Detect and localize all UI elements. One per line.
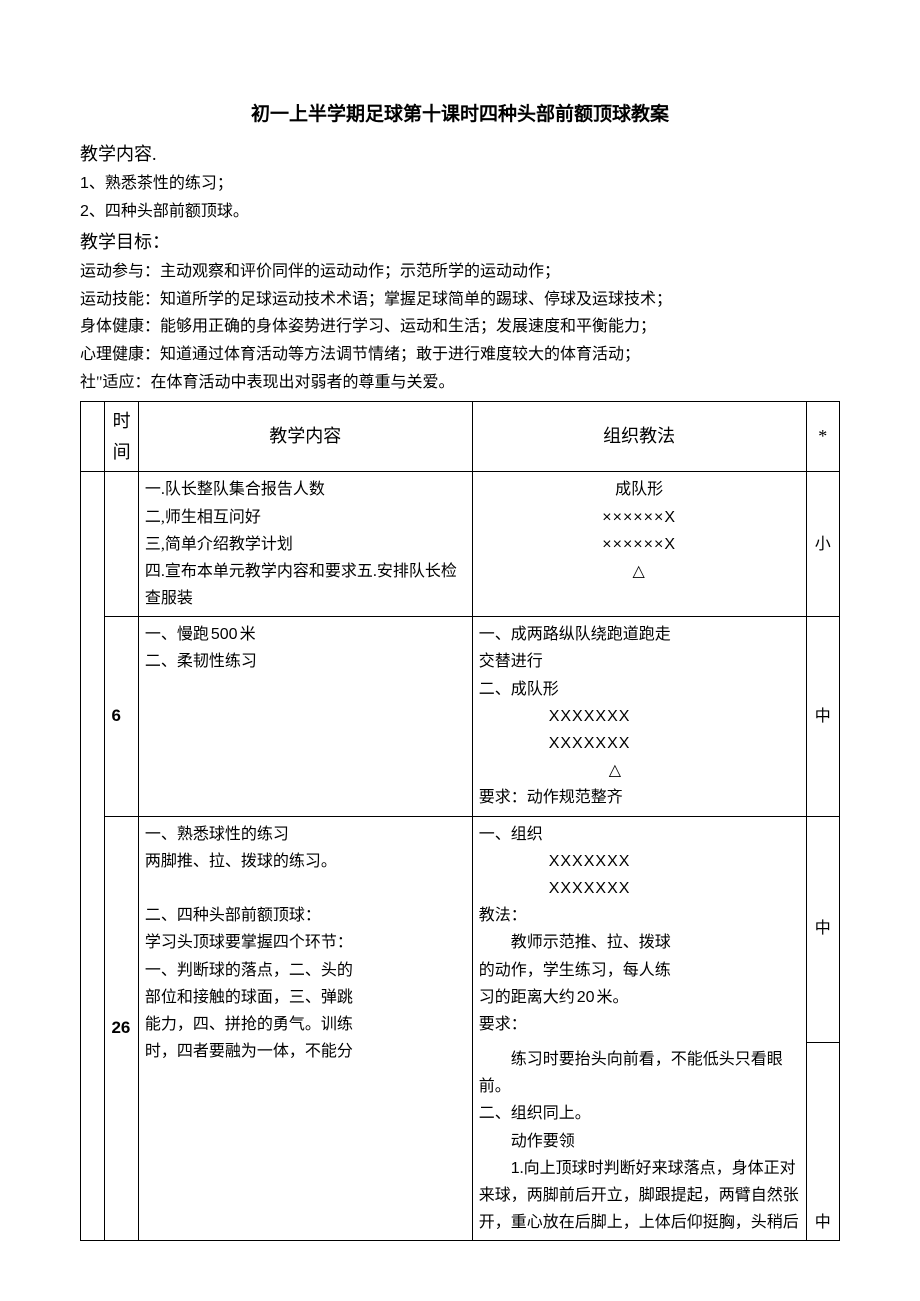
triangle-icon: △ [479,558,800,585]
number-span: 500 [209,626,240,643]
lesson-table: 时间 教学内容 组织教法 * 一.队长整队集合报告人数 二,师生相互问好 三,简… [80,401,840,1241]
table-row: 一.队长整队集合报告人数 二,师生相互问好 三,简单介绍教学计划 四.宣布本单元… [81,472,840,617]
number-span: 20 [575,989,597,1006]
formation-line: XXXXXXX [479,848,800,875]
heading-content: 教学内容. [80,140,840,169]
time-cell [105,472,138,617]
content-line: 两脚推、拉、拨球的练习。 [145,848,466,875]
intensity-cell: 中 [806,1042,839,1241]
goal-line: 运动参与：主动观察和评价同伴的运动动作；示范所学的运动动作； [80,259,840,285]
content-line: 一、判断球的落点，二、头的 [145,957,466,984]
phase-cell [81,472,105,1241]
method-line: 二、成队形 [479,676,800,703]
method-line: 习的距离大约20米。 [479,984,800,1011]
formation-line: ××××××X [479,531,800,558]
content-line: 二、柔韧性练习 [145,648,466,675]
content-cell: 一、熟悉球性的练习 两脚推、拉、拨球的练习。 二、四种头部前额顶球： 学习头顶球… [138,816,472,1241]
goal-line: 心理健康：知道通过体育活动等方法调节情绪；敢于进行难度较大的体育活动； [80,342,840,368]
formation-line: XXXXXXX [479,730,800,757]
goal-line: 身体健康：能够用正确的身体姿势进行学习、运动和生活；发展速度和平衡能力； [80,314,840,340]
content-line: 一、熟悉球性的练习 [145,821,466,848]
content-line: 部位和接触的球面，三、弹跳 [145,984,466,1011]
content-line: 时，四者要融为一体，不能分 [145,1038,466,1065]
method-line: 1.向上顶球时判断好来球落点，身体正对来球，两脚前后开立，脚跟提起，两臂自然张开… [479,1155,800,1237]
heading-goals: 教学目标： [80,228,840,257]
number-span: 1 [479,1160,520,1177]
formation-line: XXXXXXX [479,703,800,730]
method-cell: 练习时要抬头向前看，不能低头只看眼前。 二、组织同上。 动作要领 1.向上顶球时… [472,1042,806,1241]
content-line: 一、慢跑500米 [145,621,466,648]
method-line: 教法： [479,902,800,929]
item-text: 、熟悉茶性的练习； [89,175,233,192]
method-line: 的动作，学生练习，每人练 [479,957,800,984]
triangle-icon: △ [479,757,800,784]
header-blank [81,402,105,472]
intensity-cell: 小 [806,472,839,617]
content-cell: 一、慢跑500米 二、柔韧性练习 [138,617,472,816]
content-line: 能力，四、拼抢的勇气。训练 [145,1011,466,1038]
text-span: 习的距离大约 [479,989,575,1006]
text-span: 一、慢跑 [145,626,209,643]
item-number: 2 [80,203,89,220]
method-cell: 一、组织 XXXXXXX XXXXXXX 教法： 教师示范推、拉、拨球 的动作，… [472,816,806,1042]
content-line: 二、四种头部前额顶球： [145,902,466,929]
intensity-cell: 中 [806,617,839,816]
header-time: 时间 [105,402,138,472]
table-row: 6 一、慢跑500米 二、柔韧性练习 一、成两路纵队绕跑道跑走 交替进行 二、成… [81,617,840,816]
content-item-2: 2、四种头部前额顶球。 [80,199,840,225]
method-line: 二、组织同上。 [479,1100,800,1127]
text-span: .向上顶球时判断好来球落点，身体正对来球，两脚前后开立，脚跟提起，两臂自然张开，… [479,1160,799,1231]
method-cell: 一、成两路纵队绕跑道跑走 交替进行 二、成队形 XXXXXXX XXXXXXX … [472,617,806,816]
method-cell: 成队形 ××××××X ××××××X △ [472,472,806,617]
method-line: 教师示范推、拉、拨球 [479,929,800,956]
header-content: 教学内容 [138,402,472,472]
text-span: 米。 [597,989,629,1006]
table-header-row: 时间 教学内容 组织教法 * [81,402,840,472]
content-item-1: 1、熟悉茶性的练习； [80,171,840,197]
method-line: 交替进行 [479,648,800,675]
goal-line: 运动技能：知道所学的足球运动技术术语；掌握足球简单的踢球、停球及运球技术； [80,287,840,313]
method-line: 练习时要抬头向前看，不能低头只看眼前。 [479,1046,800,1100]
content-line: 学习头顶球要掌握四个环节： [145,929,466,956]
text-span: 米 [240,626,256,643]
item-text: 、四种头部前额顶球。 [89,203,249,220]
formation-line: XXXXXXX [479,875,800,902]
table-row: 26 一、熟悉球性的练习 两脚推、拉、拨球的练习。 二、四种头部前额顶球： 学习… [81,816,840,1042]
intensity-cell: 中 [806,816,839,1042]
content-cell: 一.队长整队集合报告人数 二,师生相互问好 三,简单介绍教学计划 四.宣布本单元… [138,472,472,617]
method-line: 动作要领 [479,1128,800,1155]
method-line: 一、组织 [479,821,800,848]
formation-title: 成队形 [479,476,800,503]
time-cell: 26 [105,816,138,1241]
content-line [145,875,466,902]
formation-line: ××××××X [479,504,800,531]
header-star: * [806,402,839,472]
method-line: 要求：动作规范整齐 [479,784,800,811]
method-line: 要求： [479,1011,800,1038]
item-number: 1 [80,175,89,192]
time-cell: 6 [105,617,138,816]
header-method: 组织教法 [472,402,806,472]
page-title: 初一上半学期足球第十课时四种头部前额顶球教案 [80,100,840,130]
goal-line: 社"适应：在体育活动中表现出对弱者的尊重与关爱。 [80,370,840,396]
method-line: 一、成两路纵队绕跑道跑走 [479,621,800,648]
